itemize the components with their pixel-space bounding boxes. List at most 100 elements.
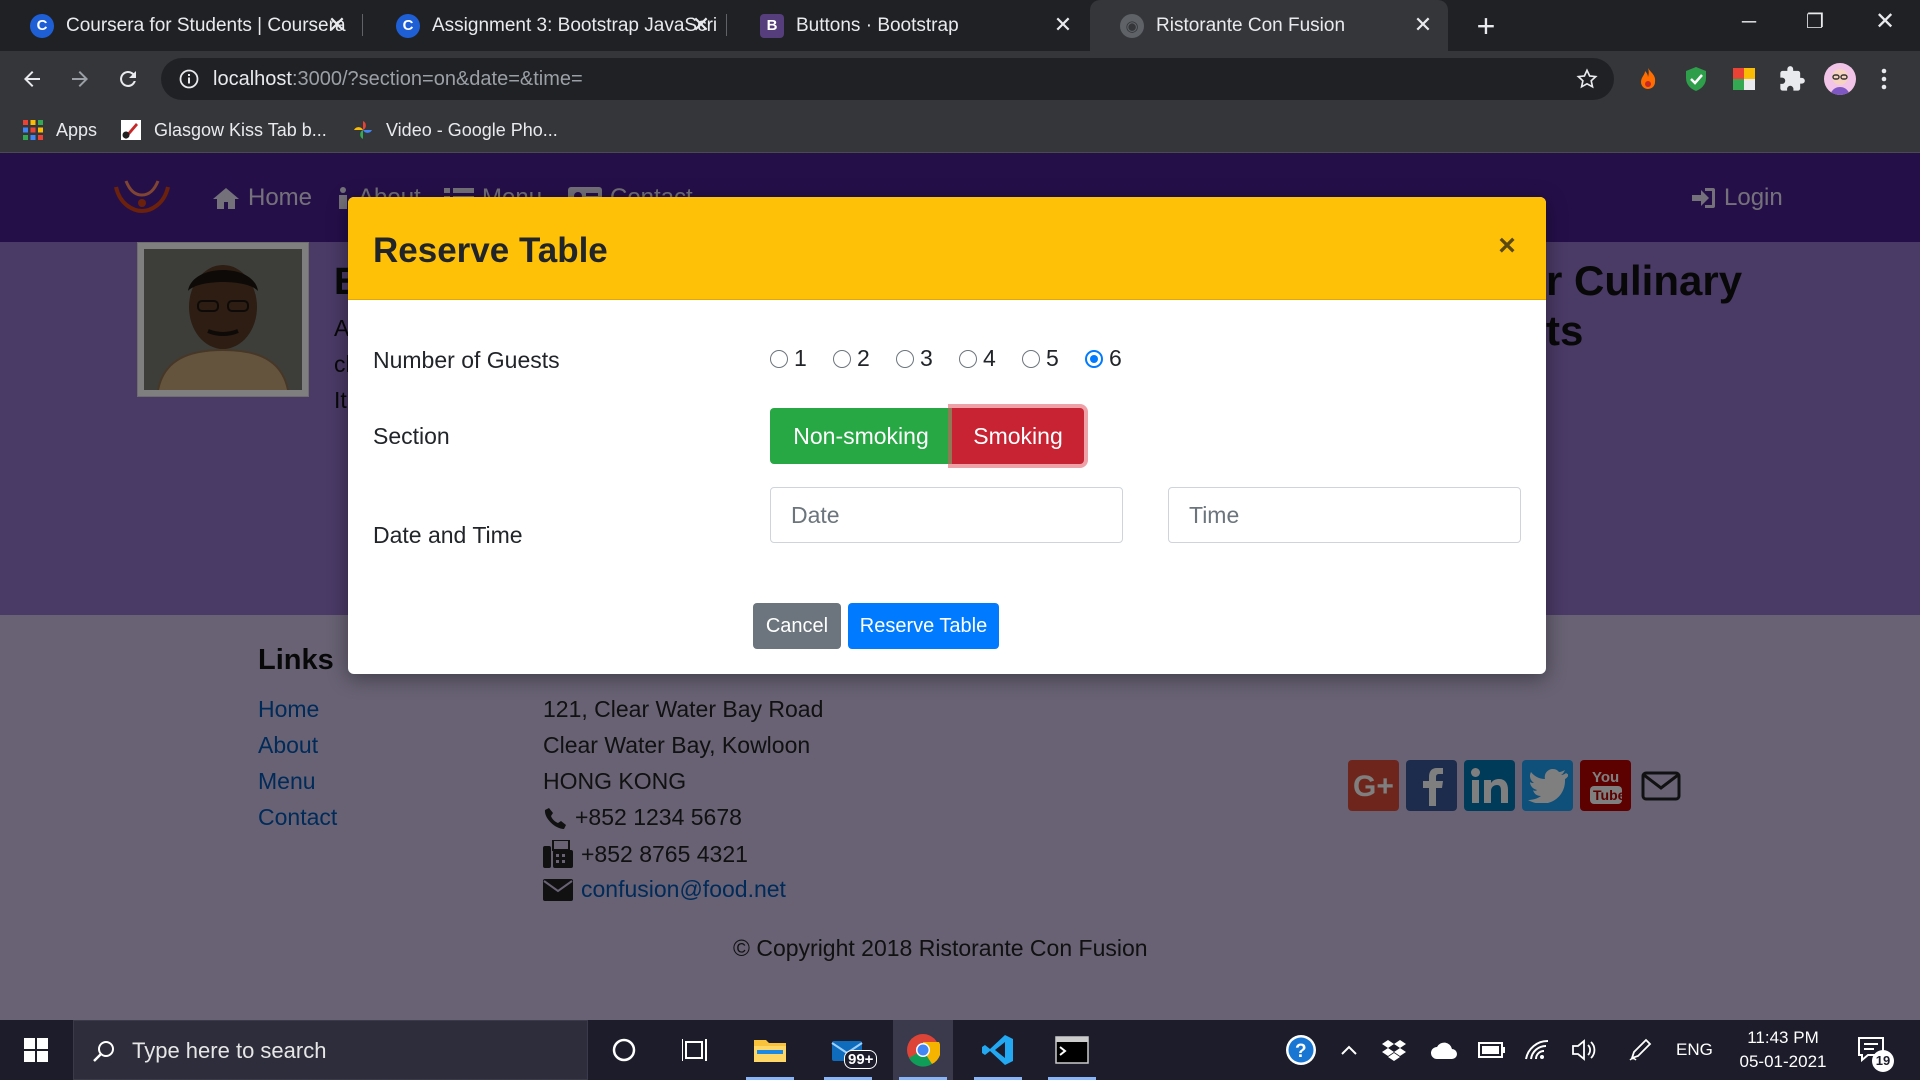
close-window-button[interactable]: ✕ xyxy=(1852,0,1918,44)
google-photos-pinwheel-icon xyxy=(354,121,372,139)
guests-radio-3[interactable]: 3 xyxy=(896,345,933,372)
radio-circle[interactable] xyxy=(770,349,788,368)
radio-circle[interactable] xyxy=(896,349,914,368)
file-explorer-button[interactable] xyxy=(740,1020,800,1080)
notification-count-badge: 19 xyxy=(1872,1050,1894,1072)
vscode-logo-icon xyxy=(982,1035,1013,1065)
close-tab-icon[interactable]: ✕ xyxy=(1050,12,1076,38)
guests-radio-6[interactable]: 6 xyxy=(1085,345,1122,372)
show-hidden-icons-chevron-icon[interactable] xyxy=(1340,1020,1358,1080)
browser-tab-assignment[interactable]: C Assignment 3: Bootstrap JavaScri ✕ xyxy=(366,0,726,51)
url-path: :3000/?section=on&date=&time= xyxy=(291,68,583,90)
bookmark-label: Video - Google Pho... xyxy=(386,119,558,140)
notification-center-button[interactable]: 19 xyxy=(1856,1020,1894,1080)
radio-label: 3 xyxy=(920,345,933,371)
arrow-right-icon xyxy=(72,71,88,87)
browser-tab-bootstrap[interactable]: B Buttons · Bootstrap ✕ xyxy=(730,0,1088,51)
radio-circle-checked[interactable] xyxy=(1085,349,1103,368)
extension-flame-icon[interactable] xyxy=(1634,65,1662,93)
volume-icon[interactable] xyxy=(1572,1020,1598,1080)
extensions-puzzle-icon[interactable] xyxy=(1778,65,1806,93)
star-bookmark-icon[interactable] xyxy=(1576,68,1598,90)
guests-label: Number of Guests xyxy=(373,347,560,373)
browser-tab-strip: C Coursera for Students | Coursera ✕ C A… xyxy=(0,0,1920,51)
time-input[interactable]: Time xyxy=(1168,487,1521,543)
terminal-app-button[interactable] xyxy=(1042,1020,1102,1080)
task-view-button[interactable] xyxy=(666,1020,726,1080)
extension-shield-icon[interactable] xyxy=(1682,65,1710,93)
vscode-app-button[interactable] xyxy=(968,1020,1028,1080)
web-page: Home About Menu Contact Login xyxy=(0,153,1920,1020)
back-button[interactable] xyxy=(10,57,54,101)
coursera-favicon-icon: C xyxy=(396,13,420,38)
guests-radio-1[interactable]: 1 xyxy=(770,345,807,372)
guests-radio-5[interactable]: 5 xyxy=(1022,345,1059,372)
address-bar[interactable]: localhost:3000/?section=on&date=&time= xyxy=(161,58,1614,100)
restore-window-button[interactable]: ❐ xyxy=(1782,0,1848,44)
mail-unread-badge: 99+ xyxy=(844,1050,878,1069)
onedrive-cloud-icon[interactable] xyxy=(1430,1020,1458,1080)
modal-header: Reserve Table × xyxy=(348,197,1546,300)
url-text: localhost:3000/?section=on&date=&time= xyxy=(213,58,583,100)
close-tab-icon[interactable]: ✕ xyxy=(324,12,350,38)
taskbar-search-placeholder: Type here to search xyxy=(132,1038,327,1063)
smoking-button[interactable]: Smoking xyxy=(952,408,1084,464)
bootstrap-favicon-icon: B xyxy=(760,13,784,38)
start-button[interactable] xyxy=(6,1020,66,1080)
section-label: Section xyxy=(373,423,450,449)
bookmark-apps[interactable]: Apps xyxy=(22,107,97,153)
dropbox-icon[interactable] xyxy=(1382,1020,1406,1080)
radio-circle[interactable] xyxy=(959,349,977,368)
tab-separator xyxy=(726,14,727,36)
extension-colorpicker-icon[interactable] xyxy=(1730,65,1758,93)
tab-title: Buttons · Bootstrap xyxy=(796,14,959,36)
modal-close-button[interactable]: × xyxy=(1490,229,1524,263)
reserve-table-button[interactable]: Reserve Table xyxy=(848,603,999,649)
cancel-button[interactable]: Cancel xyxy=(753,603,841,649)
reload-button[interactable] xyxy=(106,57,150,101)
chrome-menu-icon[interactable] xyxy=(1876,65,1892,93)
cortana-circle-icon xyxy=(612,1038,636,1062)
bookmark-label: Glasgow Kiss Tab b... xyxy=(154,119,327,140)
non-smoking-button[interactable]: Non-smoking xyxy=(770,408,952,464)
reload-icon xyxy=(120,70,136,87)
clock-date: 05-01-2021 xyxy=(1739,1052,1827,1071)
browser-tab-ristorante[interactable]: ◉ Ristorante Con Fusion ✕ xyxy=(1090,0,1448,51)
radio-circle[interactable] xyxy=(1022,349,1040,368)
radio-circle[interactable] xyxy=(833,349,851,368)
forward-button[interactable] xyxy=(58,57,102,101)
cortana-button[interactable] xyxy=(594,1020,654,1080)
folder-icon xyxy=(754,1040,786,1062)
tab-separator xyxy=(362,14,363,36)
tab-title: Coursera for Students | Coursera xyxy=(66,14,346,36)
wifi-icon[interactable] xyxy=(1524,1020,1550,1080)
radio-label: 5 xyxy=(1046,345,1059,371)
minimize-window-button[interactable]: ─ xyxy=(1716,0,1782,44)
help-tray-icon[interactable]: ? xyxy=(1284,1020,1318,1080)
reserve-table-modal: Reserve Table × Number of Guests 1 2 3 4… xyxy=(348,197,1546,674)
guests-radio-2[interactable]: 2 xyxy=(833,345,870,372)
task-view-icon xyxy=(682,1039,707,1061)
pen-workspace-icon[interactable] xyxy=(1628,1020,1652,1080)
tab-title: Ristorante Con Fusion xyxy=(1156,14,1346,36)
new-tab-button[interactable]: + xyxy=(1466,6,1506,46)
close-tab-icon[interactable]: ✕ xyxy=(1410,12,1436,38)
date-input[interactable]: Date xyxy=(770,487,1123,543)
close-tab-icon[interactable]: ✕ xyxy=(688,12,714,38)
arrow-left-icon xyxy=(24,71,40,87)
info-icon[interactable] xyxy=(179,69,199,89)
guests-radio-4[interactable]: 4 xyxy=(959,345,996,372)
browser-tab-coursera[interactable]: C Coursera for Students | Coursera ✕ xyxy=(0,0,362,51)
battery-icon[interactable] xyxy=(1478,1020,1506,1080)
bookmark-google-photos[interactable]: Video - Google Pho... xyxy=(352,107,558,153)
input-language[interactable]: ENG xyxy=(1676,1020,1713,1080)
system-clock[interactable]: 11:43 PM 05-01-2021 xyxy=(1730,1026,1836,1074)
mail-app-button[interactable]: 99+ xyxy=(818,1020,878,1080)
taskbar-search-box[interactable]: Type here to search xyxy=(73,1020,588,1080)
search-icon xyxy=(93,1041,114,1062)
bookmark-glasgow-kiss[interactable]: Glasgow Kiss Tab b... xyxy=(120,107,327,153)
profile-avatar[interactable] xyxy=(1824,63,1856,95)
chrome-app-button[interactable] xyxy=(893,1020,953,1080)
browser-toolbar: localhost:3000/?section=on&date=&time= xyxy=(0,51,1920,107)
terminal-icon xyxy=(1055,1036,1089,1064)
